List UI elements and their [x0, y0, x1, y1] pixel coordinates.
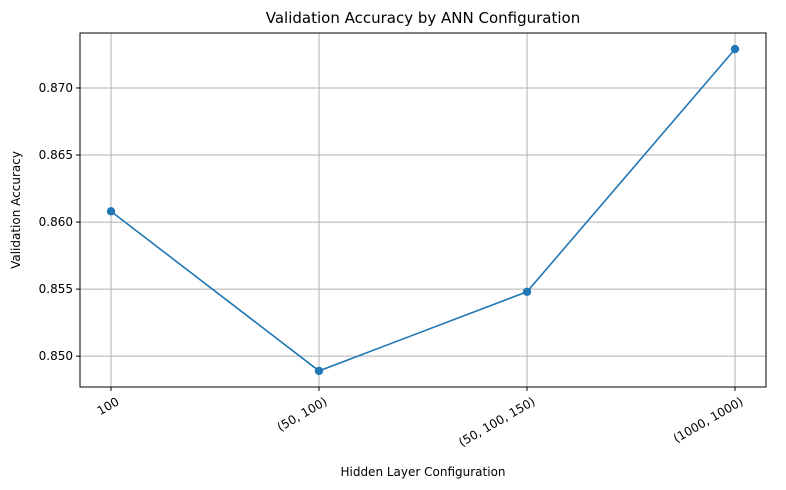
data-point	[106, 207, 116, 216]
chart-background	[0, 0, 786, 490]
x-axis-label: Hidden Layer Configuration	[340, 465, 505, 479]
y-tick-label: 0.860	[39, 215, 73, 229]
y-tick-label: 0.850	[39, 349, 73, 363]
y-tick-label: 0.855	[39, 282, 73, 296]
y-axis-label: Validation Accuracy	[9, 151, 23, 269]
data-point	[522, 287, 532, 296]
data-point	[730, 44, 740, 54]
y-tick-label: 0.870	[39, 81, 73, 95]
data-point	[314, 366, 324, 376]
line-chart: 100 (50, 100) (50, 100, 150) (1000, 1000) 0…	[0, 0, 786, 490]
chart-title: Validation Accuracy by ANN Configuration	[266, 9, 580, 27]
y-tick-label: 0.865	[39, 148, 73, 162]
